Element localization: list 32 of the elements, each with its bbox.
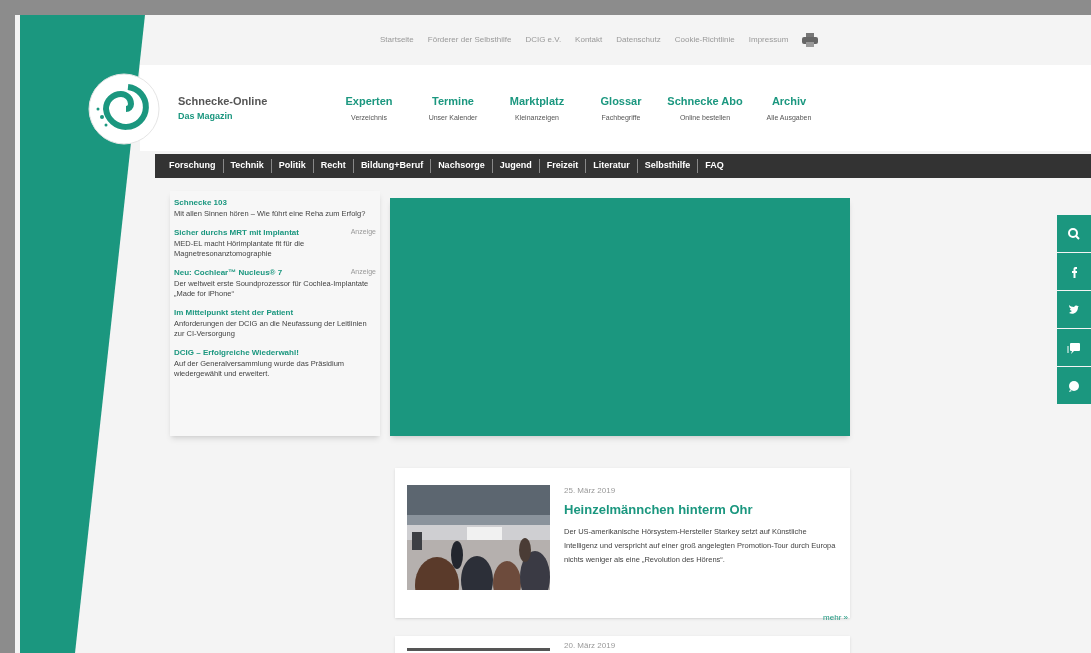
more-link[interactable]: mehr » bbox=[823, 612, 848, 624]
nav-link[interactable]: Nachsorge bbox=[438, 159, 485, 173]
nav-link[interactable]: Jugend bbox=[499, 159, 532, 173]
facebook-button[interactable] bbox=[1057, 253, 1091, 290]
print-icon[interactable] bbox=[802, 33, 819, 47]
chat-button[interactable] bbox=[1057, 329, 1091, 366]
search-button[interactable] bbox=[1057, 215, 1091, 252]
nav-link[interactable]: Selbsthilfe bbox=[644, 159, 691, 173]
teaser-link[interactable]: Sicher durchs MRT mit Implantat bbox=[174, 227, 299, 239]
nav-link[interactable]: Politik bbox=[278, 159, 306, 173]
search-icon bbox=[1067, 226, 1081, 241]
nav-link[interactable]: Technik bbox=[230, 159, 264, 173]
site-subtitle: Das Magazin bbox=[178, 109, 234, 123]
nav-link[interactable]: Bildung+Beruf bbox=[360, 159, 424, 173]
nav-link[interactable]: Recht bbox=[320, 159, 346, 173]
speech-bubble-icon bbox=[1067, 378, 1081, 393]
nav-link[interactable]: Freizeit bbox=[546, 159, 579, 173]
twitter-icon bbox=[1067, 302, 1081, 317]
nav-link[interactable]: Forschung bbox=[169, 159, 216, 173]
chat-icon bbox=[1067, 340, 1081, 355]
nav-link[interactable]: Literatur bbox=[593, 159, 630, 173]
article-title[interactable]: Heinzelmännchen hinterm Ohr bbox=[564, 500, 839, 520]
nav-link[interactable]: FAQ bbox=[705, 159, 724, 173]
twitter-button[interactable] bbox=[1057, 291, 1091, 328]
speech-bubble-button[interactable] bbox=[1057, 367, 1091, 404]
teaser-link[interactable]: DCIG – Erfolgreiche Wiederwahl! bbox=[174, 347, 299, 359]
article-date: 25. März 2019 bbox=[564, 485, 617, 497]
teaser-link[interactable]: Neu: Cochlear™ Nucleus® 7 bbox=[174, 267, 283, 279]
teaser-link[interactable]: Schnecke 103 bbox=[174, 197, 227, 209]
article-date: 20. März 2019 bbox=[564, 640, 617, 652]
site-title: Schnecke-Online bbox=[178, 94, 269, 109]
teaser-link[interactable]: Im Mittelpunkt steht der Patient bbox=[174, 307, 294, 319]
